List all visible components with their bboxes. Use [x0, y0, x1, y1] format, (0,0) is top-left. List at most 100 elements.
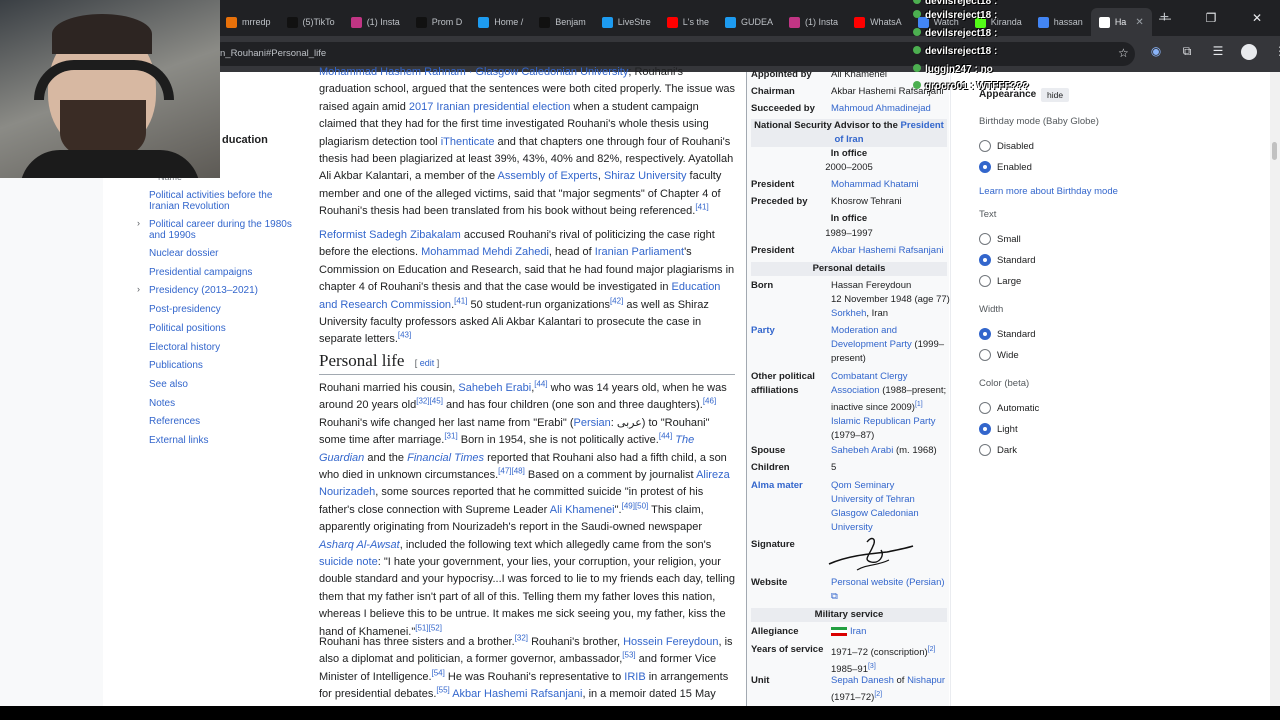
tab-favicon-icon — [286, 16, 298, 28]
restore-button[interactable]: ❐ — [1188, 11, 1234, 25]
tab-favicon-icon — [1037, 16, 1049, 28]
tab-label: mrredp — [242, 17, 271, 27]
tab-favicon-icon — [226, 16, 237, 28]
irp-link[interactable]: Islamic Republican Party — [831, 416, 936, 427]
radio-option[interactable]: Dark — [979, 444, 1017, 456]
menu-list-icon[interactable]: ☰ — [1210, 44, 1226, 60]
radio-button-icon[interactable] — [979, 275, 991, 287]
webcam-hair — [52, 14, 152, 54]
nishapur-link[interactable]: Nishapur — [907, 675, 945, 686]
infobox: Appointed by Ali Khamenei Chairman Akbar H… — [746, 69, 950, 720]
browser-tab[interactable]: L's the — [659, 8, 717, 36]
hide-appearance-button[interactable]: hide — [1041, 88, 1070, 102]
iran-link[interactable]: Iran — [850, 626, 866, 637]
radio-option[interactable]: Standard — [979, 328, 1036, 340]
radio-button-icon[interactable] — [979, 328, 991, 340]
chat-badge-icon — [913, 0, 921, 4]
scrollbar-thumb[interactable] — [1272, 142, 1277, 160]
website-link[interactable]: Personal website (Persian) — [831, 577, 945, 588]
browser-tab[interactable]: Home / — [470, 8, 531, 36]
radio-option[interactable]: Large — [979, 275, 1021, 287]
toc-item[interactable]: References — [149, 416, 299, 427]
toc-item[interactable]: Political activities before the Iranian … — [149, 190, 299, 212]
profile-avatar[interactable] — [1241, 44, 1257, 60]
toc-expand-icon[interactable]: › — [137, 218, 140, 228]
toc-item[interactable]: External links — [149, 435, 299, 446]
radio-option[interactable]: Automatic — [979, 402, 1039, 414]
radio-option[interactable]: Small — [979, 233, 1021, 245]
toc-education-heading[interactable]: ducation — [222, 134, 268, 146]
succeeded-link[interactable]: Mahmoud Ahmadinejad — [831, 103, 931, 114]
toc-item[interactable]: See also — [149, 379, 299, 390]
toc-item[interactable]: Notes — [149, 398, 299, 409]
minimize-button[interactable]: — — [1142, 11, 1188, 25]
radio-option[interactable]: Wide — [979, 349, 1019, 361]
qom-seminary-link[interactable]: Qom Seminary — [831, 480, 894, 491]
toc-expand-icon[interactable]: › — [137, 284, 140, 294]
chat-text: : — [993, 46, 998, 57]
browser-tab[interactable]: (1) Insta — [781, 8, 846, 36]
browser-tab[interactable]: (1) Insta — [343, 8, 408, 36]
browser-tab[interactable]: Benjam — [531, 8, 594, 36]
paragraph-marriage: Rouhani married his cousin, Sahebeh Erab… — [319, 379, 735, 638]
window-controls: — ❐ ✕ — [1142, 0, 1280, 36]
learn-birthday-link[interactable]: Learn more about Birthday mode — [979, 186, 1118, 197]
puzzle-icon[interactable]: ⧉ — [1179, 44, 1195, 60]
toc-item[interactable]: Publications — [149, 360, 299, 371]
radio-option[interactable]: Light — [979, 423, 1018, 435]
chat-message: grocro01 : WTFFF??? — [913, 81, 1029, 92]
party-link[interactable]: Moderation and Development Party — [831, 325, 912, 350]
glasgow-link[interactable]: Glasgow Caledonian University — [831, 508, 919, 533]
radio-option[interactable]: Enabled — [979, 161, 1032, 173]
bookmark-star-icon[interactable]: ☆ — [1118, 46, 1129, 60]
radio-button-icon[interactable] — [979, 233, 991, 245]
radio-label: Small — [997, 233, 1021, 245]
chat-message: luggin247 : no — [913, 64, 993, 75]
radio-option[interactable]: Disabled — [979, 140, 1034, 152]
spouse-link[interactable]: Sahebeh Arabi — [831, 445, 893, 456]
sorkheh-link[interactable]: Sorkheh — [831, 308, 866, 319]
radio-button-icon[interactable] — [979, 140, 991, 152]
infobox-term-1: 2000–2005 — [825, 162, 873, 173]
radio-button-icon[interactable] — [979, 402, 991, 414]
kebab-menu-icon[interactable]: ⋮ — [1272, 44, 1280, 60]
sepah-danesh-link[interactable]: Sepah Danesh — [831, 675, 894, 686]
extension-icon[interactable]: ◉ — [1148, 44, 1164, 60]
radio-button-icon[interactable] — [979, 254, 991, 266]
color-section-label: Color (beta) — [979, 378, 1030, 389]
browser-tab[interactable]: (5)TikTo — [279, 8, 343, 36]
radio-button-icon[interactable] — [979, 349, 991, 361]
signature-image — [828, 537, 914, 571]
radio-button-icon[interactable] — [979, 444, 991, 456]
browser-tab[interactable]: mrredp — [218, 8, 279, 36]
appearance-panel: Appearance hide Birthday mode (Baby Glob… — [950, 72, 1150, 720]
page-scrollbar[interactable] — [1270, 72, 1280, 720]
tab-favicon-icon — [666, 16, 678, 28]
browser-tab[interactable]: Prom D — [408, 8, 471, 36]
browser-tab[interactable]: LiveStre — [594, 8, 659, 36]
toc-item[interactable]: Presidential campaigns — [149, 267, 299, 278]
edit-section-link[interactable]: [ edit ] — [415, 358, 440, 368]
browser-tab[interactable]: hassan — [1030, 8, 1091, 36]
chat-username: devilsreject18 — [925, 28, 992, 39]
close-window-button[interactable]: ✕ — [1234, 11, 1280, 25]
tehran-university-link[interactable]: University of Tehran — [831, 494, 915, 505]
radio-button-icon[interactable] — [979, 161, 991, 173]
tab-label: (1) Insta — [805, 17, 839, 27]
rafsanjani-link[interactable]: Akbar Hashemi Rafsanjani — [831, 245, 943, 256]
radio-option[interactable]: Standard — [979, 254, 1036, 266]
toc-item[interactable]: Electoral history — [149, 342, 299, 353]
radio-label: Disabled — [997, 140, 1034, 152]
toc-item[interactable]: Political positions — [149, 323, 299, 334]
khatami-link[interactable]: Mohammad Khatami — [831, 179, 919, 190]
toc-item[interactable]: Presidency (2013–2021) — [149, 285, 299, 296]
toc-item[interactable]: Post-presidency — [149, 304, 299, 315]
chat-badge-icon — [913, 28, 921, 36]
toc-item[interactable]: Nuclear dossier — [149, 248, 299, 259]
chat-username: devilsreject18 — [925, 46, 992, 57]
tab-favicon-icon — [415, 16, 427, 28]
browser-tab[interactable]: GUDEA — [717, 8, 781, 36]
radio-button-icon[interactable] — [979, 423, 991, 435]
toc-item[interactable]: Political career during the 1980s and 19… — [149, 219, 299, 241]
browser-tab[interactable]: WhatsA — [846, 8, 910, 36]
